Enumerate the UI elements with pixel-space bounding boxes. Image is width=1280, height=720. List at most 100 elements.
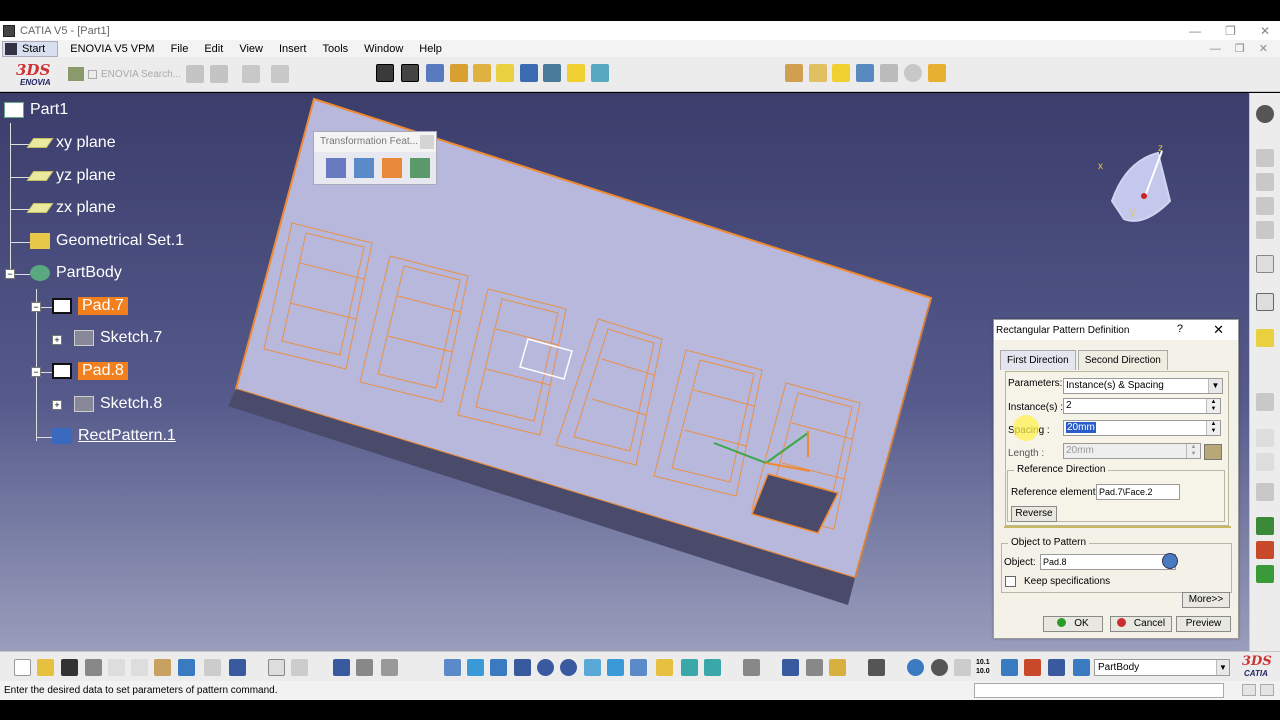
shaft-icon[interactable] [426,64,444,82]
formula-icon[interactable] [1204,444,1222,460]
plane-select-icon[interactable] [1256,329,1274,347]
assemble-icon[interactable] [1256,565,1274,583]
fly-icon[interactable] [444,659,461,676]
tree-node-sketch7[interactable]: Sketch.7 [74,329,162,347]
tree-node-pad7[interactable]: Pad.7 [52,297,128,315]
abc-icon[interactable] [1256,429,1274,447]
disabled-icon[interactable] [1256,197,1274,215]
rotate-icon[interactable] [514,659,531,676]
update-icon[interactable] [743,659,760,676]
zoom-out-icon[interactable] [560,659,577,676]
plane-icon[interactable] [1224,64,1242,82]
select-arrow-icon[interactable] [1256,255,1274,273]
open-icon[interactable] [37,659,54,676]
spin-arrows-icon[interactable]: ▲ ▼ [1206,421,1220,435]
cut-icon[interactable] [108,659,125,676]
more-button[interactable]: More>> [1182,592,1230,608]
pan-icon[interactable] [490,659,507,676]
collapse-partbody-icon[interactable]: − [5,269,15,279]
spin-arrows-icon[interactable]: ▲ ▼ [1186,444,1200,458]
tree-node-xy-plane[interactable]: xy plane [26,134,116,152]
power-input-field[interactable] [974,683,1224,698]
disabled-tool-icon[interactable] [242,65,260,83]
mirror-icon[interactable] [354,158,374,178]
thickness-icon[interactable] [591,64,609,82]
draft-icon[interactable] [543,64,561,82]
current-body-select[interactable]: PartBody ▼ [1094,659,1230,676]
menu-file[interactable]: File [171,43,189,55]
redo-icon[interactable] [204,659,221,676]
paste-icon[interactable] [154,659,171,676]
search-checkbox[interactable] [88,69,97,79]
fillet-icon[interactable] [496,64,514,82]
constraint-icon[interactable] [1256,483,1274,501]
target-icon[interactable] [904,64,922,82]
view-top-icon[interactable] [832,64,850,82]
work-on-support-icon[interactable] [1001,659,1018,676]
disabled-icon[interactable] [1256,173,1274,191]
pad-icon[interactable] [376,64,394,82]
expand-sketch7-icon[interactable]: + [52,335,62,345]
snap-point-icon[interactable] [931,659,948,676]
restore-icon[interactable]: ❐ [1225,24,1236,38]
save-icon[interactable] [61,659,78,676]
shading-icon[interactable] [656,659,673,676]
status-button-2[interactable] [1260,684,1274,696]
enovia-search[interactable]: ENOVIA Search... [68,67,181,81]
copy-icon[interactable] [131,659,148,676]
spin-arrows-icon[interactable]: ▲ ▼ [1206,399,1220,413]
multi-view-icon[interactable] [607,659,624,676]
view-front-icon[interactable] [809,64,827,82]
print-icon[interactable] [85,659,102,676]
help-button[interactable]: ? [1177,323,1183,335]
search-options-icon[interactable] [186,65,204,83]
view-iso-icon[interactable] [785,64,803,82]
zoom-in-icon[interactable] [537,659,554,676]
menu-tools[interactable]: Tools [322,43,348,55]
normal-view-icon[interactable] [584,659,601,676]
rectangular-pattern-icon[interactable] [382,158,402,178]
filter-icon[interactable] [210,65,228,83]
menu-enovia[interactable]: ENOVIA V5 VPM [70,43,154,55]
tree-node-rectpattern[interactable]: RectPattern.1 [52,427,176,445]
tree-node-partbody[interactable]: PartBody [30,264,122,282]
reference-element-field[interactable]: Pad.7\Face.2 [1096,484,1180,500]
view-side-icon[interactable] [856,64,874,82]
grid-icon[interactable] [880,64,898,82]
object-selector-icon[interactable] [1162,553,1178,569]
enovia-search-field[interactable]: ENOVIA Search... [101,69,181,80]
knowledge-icon[interactable] [291,659,308,676]
spacing-field[interactable]: 20mm ▲ ▼ [1063,420,1221,436]
fit-all-icon[interactable] [467,659,484,676]
measure-icon[interactable] [1256,393,1274,411]
macro-icon[interactable] [381,659,398,676]
object-field[interactable]: Pad.8 [1040,554,1176,570]
measure-between-icon[interactable] [782,659,799,676]
axis-system-icon[interactable] [954,659,971,676]
tree-node-zx-plane[interactable]: zx plane [26,199,116,217]
pocket-icon[interactable] [401,64,419,82]
tree-node-part1[interactable]: Part1 [4,101,68,119]
keep-specifications-checkbox[interactable] [1005,576,1016,587]
iso-view-icon[interactable] [630,659,647,676]
start-menu[interactable]: Start [2,40,59,57]
capture-icon[interactable] [868,659,885,676]
hide-show-icon[interactable] [681,659,698,676]
catalog-icon[interactable] [356,659,373,676]
snap-icon[interactable] [1256,453,1274,471]
doc-close-icon[interactable]: ✕ [1259,42,1268,55]
cancel-button[interactable]: Cancel [1110,616,1172,632]
new-icon[interactable] [14,659,31,676]
scaling-icon[interactable] [410,158,430,178]
sketcher-icon[interactable] [1256,293,1274,311]
toolbar-title[interactable]: Transformation Feat... [314,132,436,152]
compass[interactable]: x y z [1096,141,1176,231]
tab-first-direction[interactable]: First Direction [1000,350,1076,370]
close-icon[interactable]: ✕ [1260,24,1270,38]
translation-icon[interactable] [326,158,346,178]
tree-node-sketch8[interactable]: Sketch.8 [74,395,162,413]
status-button-1[interactable] [1242,684,1256,696]
disabled-icon[interactable] [1256,149,1274,167]
formula-fx-icon[interactable] [268,659,285,676]
table-icon[interactable] [333,659,350,676]
